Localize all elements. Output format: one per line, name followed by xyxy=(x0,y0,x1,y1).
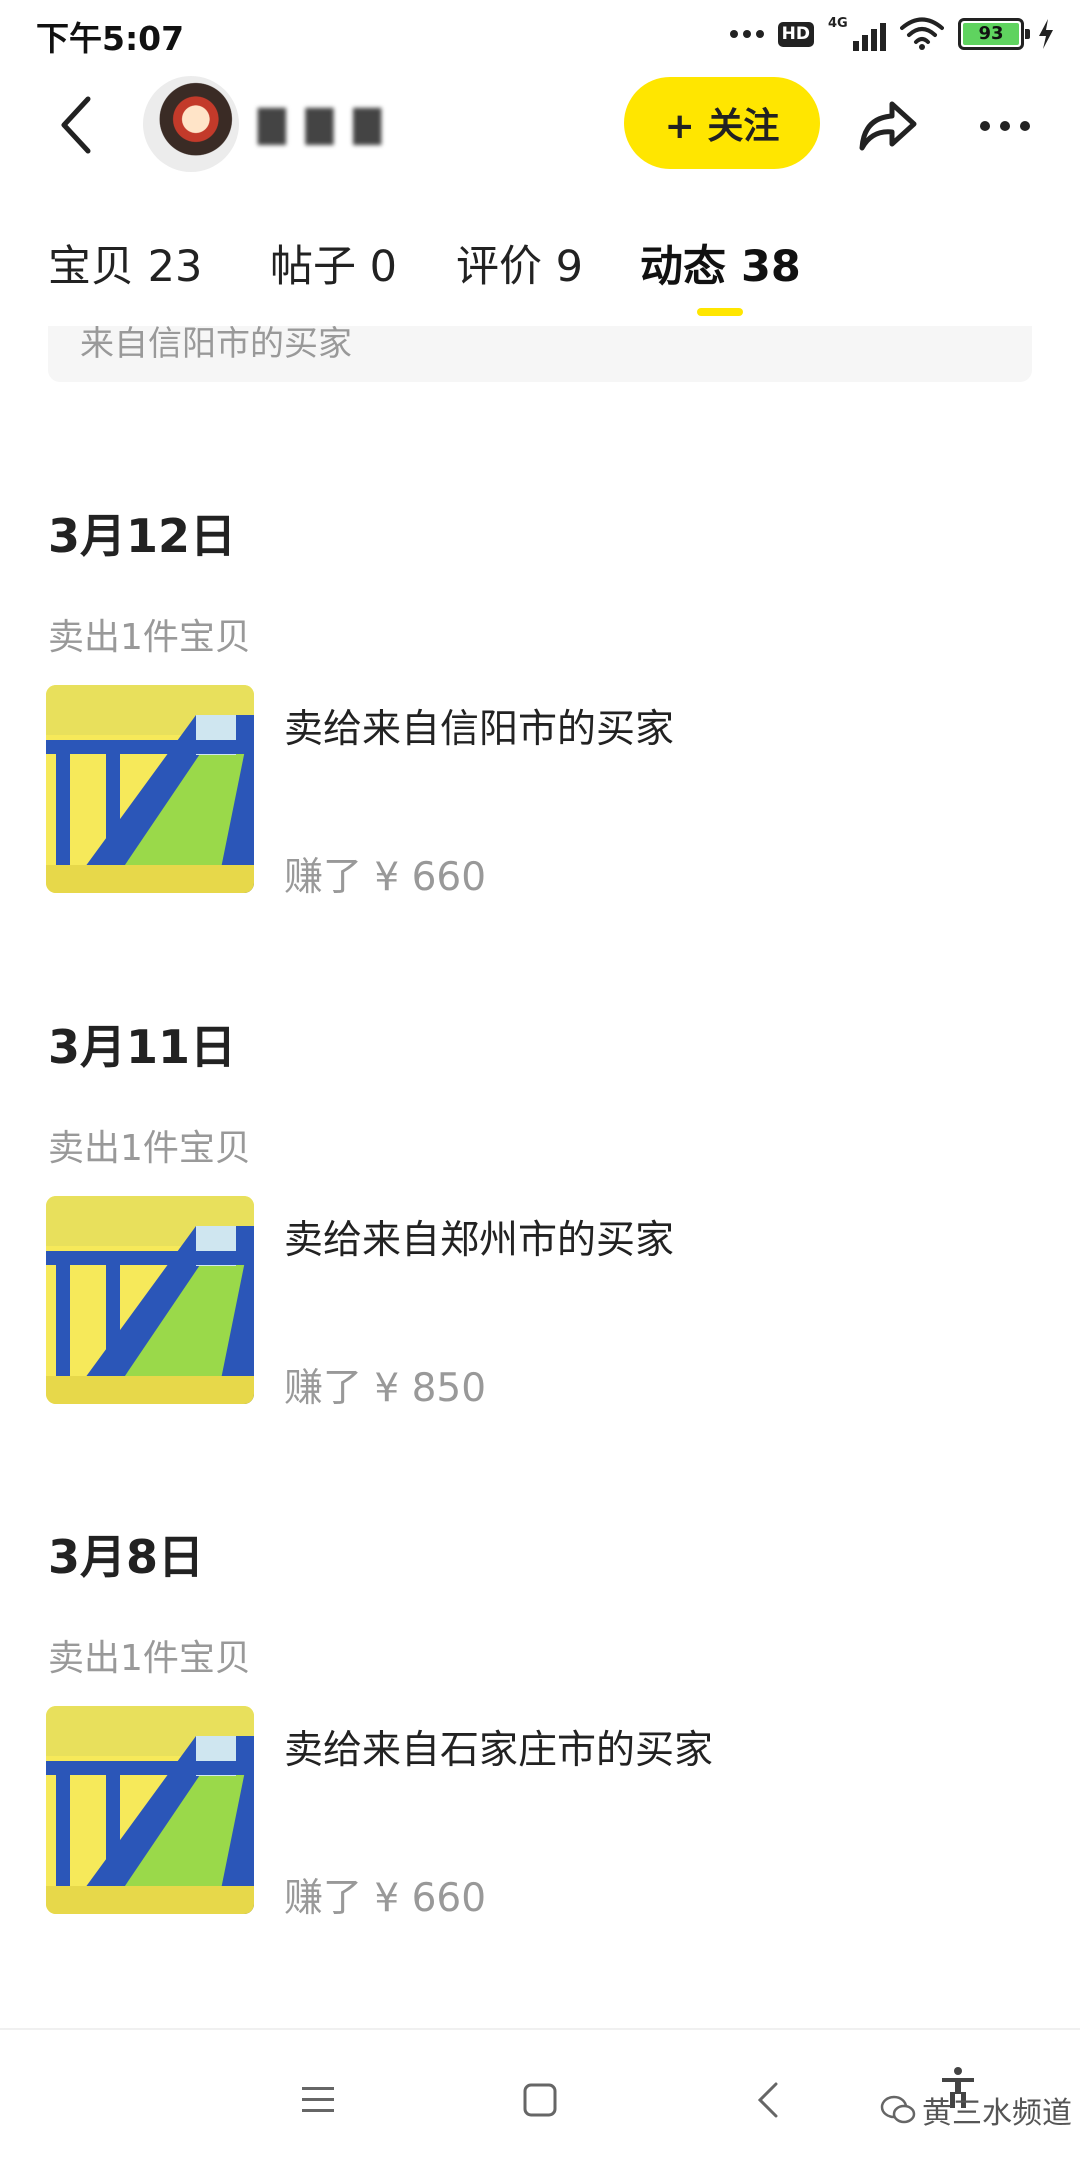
buyer-text[interactable]: 卖给来自石家庄市的买家 xyxy=(284,1719,713,1775)
back-arrow-icon xyxy=(61,96,91,154)
tab-active-indicator xyxy=(697,308,743,316)
feed-date: 3月12日 xyxy=(48,509,237,563)
buyer-text[interactable]: 卖给来自信阳市的买家 xyxy=(284,698,674,754)
previous-feed-card[interactable]: 来自信阳市的买家 xyxy=(48,326,1032,382)
more-dot xyxy=(1020,121,1030,131)
status-time: 下午5:07 xyxy=(36,19,185,58)
battery-level: 93 xyxy=(978,23,1004,44)
status-icons: HD 4G 93 xyxy=(729,14,1054,54)
signal-icon: 4G xyxy=(828,17,886,51)
status-bar: 下午5:07 HD 4G 93 xyxy=(0,0,1080,66)
feed-date: 3月8日 xyxy=(48,1530,205,1584)
product-thumbnail[interactable] xyxy=(46,685,254,893)
tab-posts[interactable]: 帖子 0 xyxy=(270,232,397,294)
screen: 下午5:07 HD 4G 93 ▇▇▇ + 关注 宝贝 23 帖子 0 评价 9… xyxy=(0,0,1080,2160)
share-icon xyxy=(859,101,917,151)
menu-button[interactable] xyxy=(290,2072,346,2128)
tab-activity[interactable]: 动态 38 xyxy=(640,232,801,294)
buyer-text[interactable]: 卖给来自郑州市的买家 xyxy=(284,1209,674,1265)
watermark-text: 黄三水频道 xyxy=(922,2096,1072,2131)
feed-meta: 卖出1件宝贝 xyxy=(48,1638,251,1679)
product-thumbnail[interactable] xyxy=(46,1706,254,1914)
network-type-label: 4G xyxy=(828,16,848,31)
earned-text: 赚了 ¥ 660 xyxy=(284,1876,487,1921)
product-thumbnail[interactable] xyxy=(46,1196,254,1404)
notification-dots-icon xyxy=(729,30,764,38)
tab-items[interactable]: 宝贝 23 xyxy=(48,232,202,294)
back-icon xyxy=(757,2082,778,2118)
back-button[interactable] xyxy=(44,90,108,160)
charging-icon xyxy=(1039,19,1053,49)
feed-date: 3月11日 xyxy=(48,1020,237,1074)
bouncy-castle-image xyxy=(46,685,254,893)
top-navigation: ▇▇▇ + 关注 xyxy=(0,66,1080,184)
home-icon xyxy=(523,2083,557,2117)
more-dot xyxy=(980,121,990,131)
earned-text: 赚了 ¥ 660 xyxy=(284,855,487,900)
nav-back-button[interactable] xyxy=(740,2072,796,2128)
menu-icon xyxy=(302,2087,334,2112)
earned-text: 赚了 ¥ 850 xyxy=(284,1366,487,1411)
battery-icon: 93 xyxy=(958,18,1030,50)
previous-card-text: 来自信阳市的买家 xyxy=(80,326,352,364)
username-blurred[interactable]: ▇▇▇ xyxy=(258,94,401,154)
hd-icon: HD xyxy=(777,21,814,47)
tab-reviews[interactable]: 评价 9 xyxy=(456,232,583,294)
wifi-icon xyxy=(900,17,944,50)
avatar[interactable] xyxy=(143,76,239,172)
more-button[interactable] xyxy=(970,104,1040,148)
feed-meta: 卖出1件宝贝 xyxy=(48,1128,251,1169)
system-navigation-bar: 黄三水频道 xyxy=(0,2030,1080,2160)
bouncy-castle-image xyxy=(46,1706,254,1914)
home-button[interactable] xyxy=(512,2072,568,2128)
more-dot xyxy=(1000,121,1010,131)
feed-meta: 卖出1件宝贝 xyxy=(48,617,251,658)
bouncy-castle-image xyxy=(46,1196,254,1404)
wechat-icon xyxy=(880,2095,916,2124)
profile-tabs: 宝贝 23 帖子 0 评价 9 动态 38 xyxy=(0,228,1080,324)
watermark: 黄三水频道 xyxy=(880,2088,1072,2132)
follow-button[interactable]: + 关注 xyxy=(624,77,820,169)
share-button[interactable] xyxy=(856,94,920,158)
